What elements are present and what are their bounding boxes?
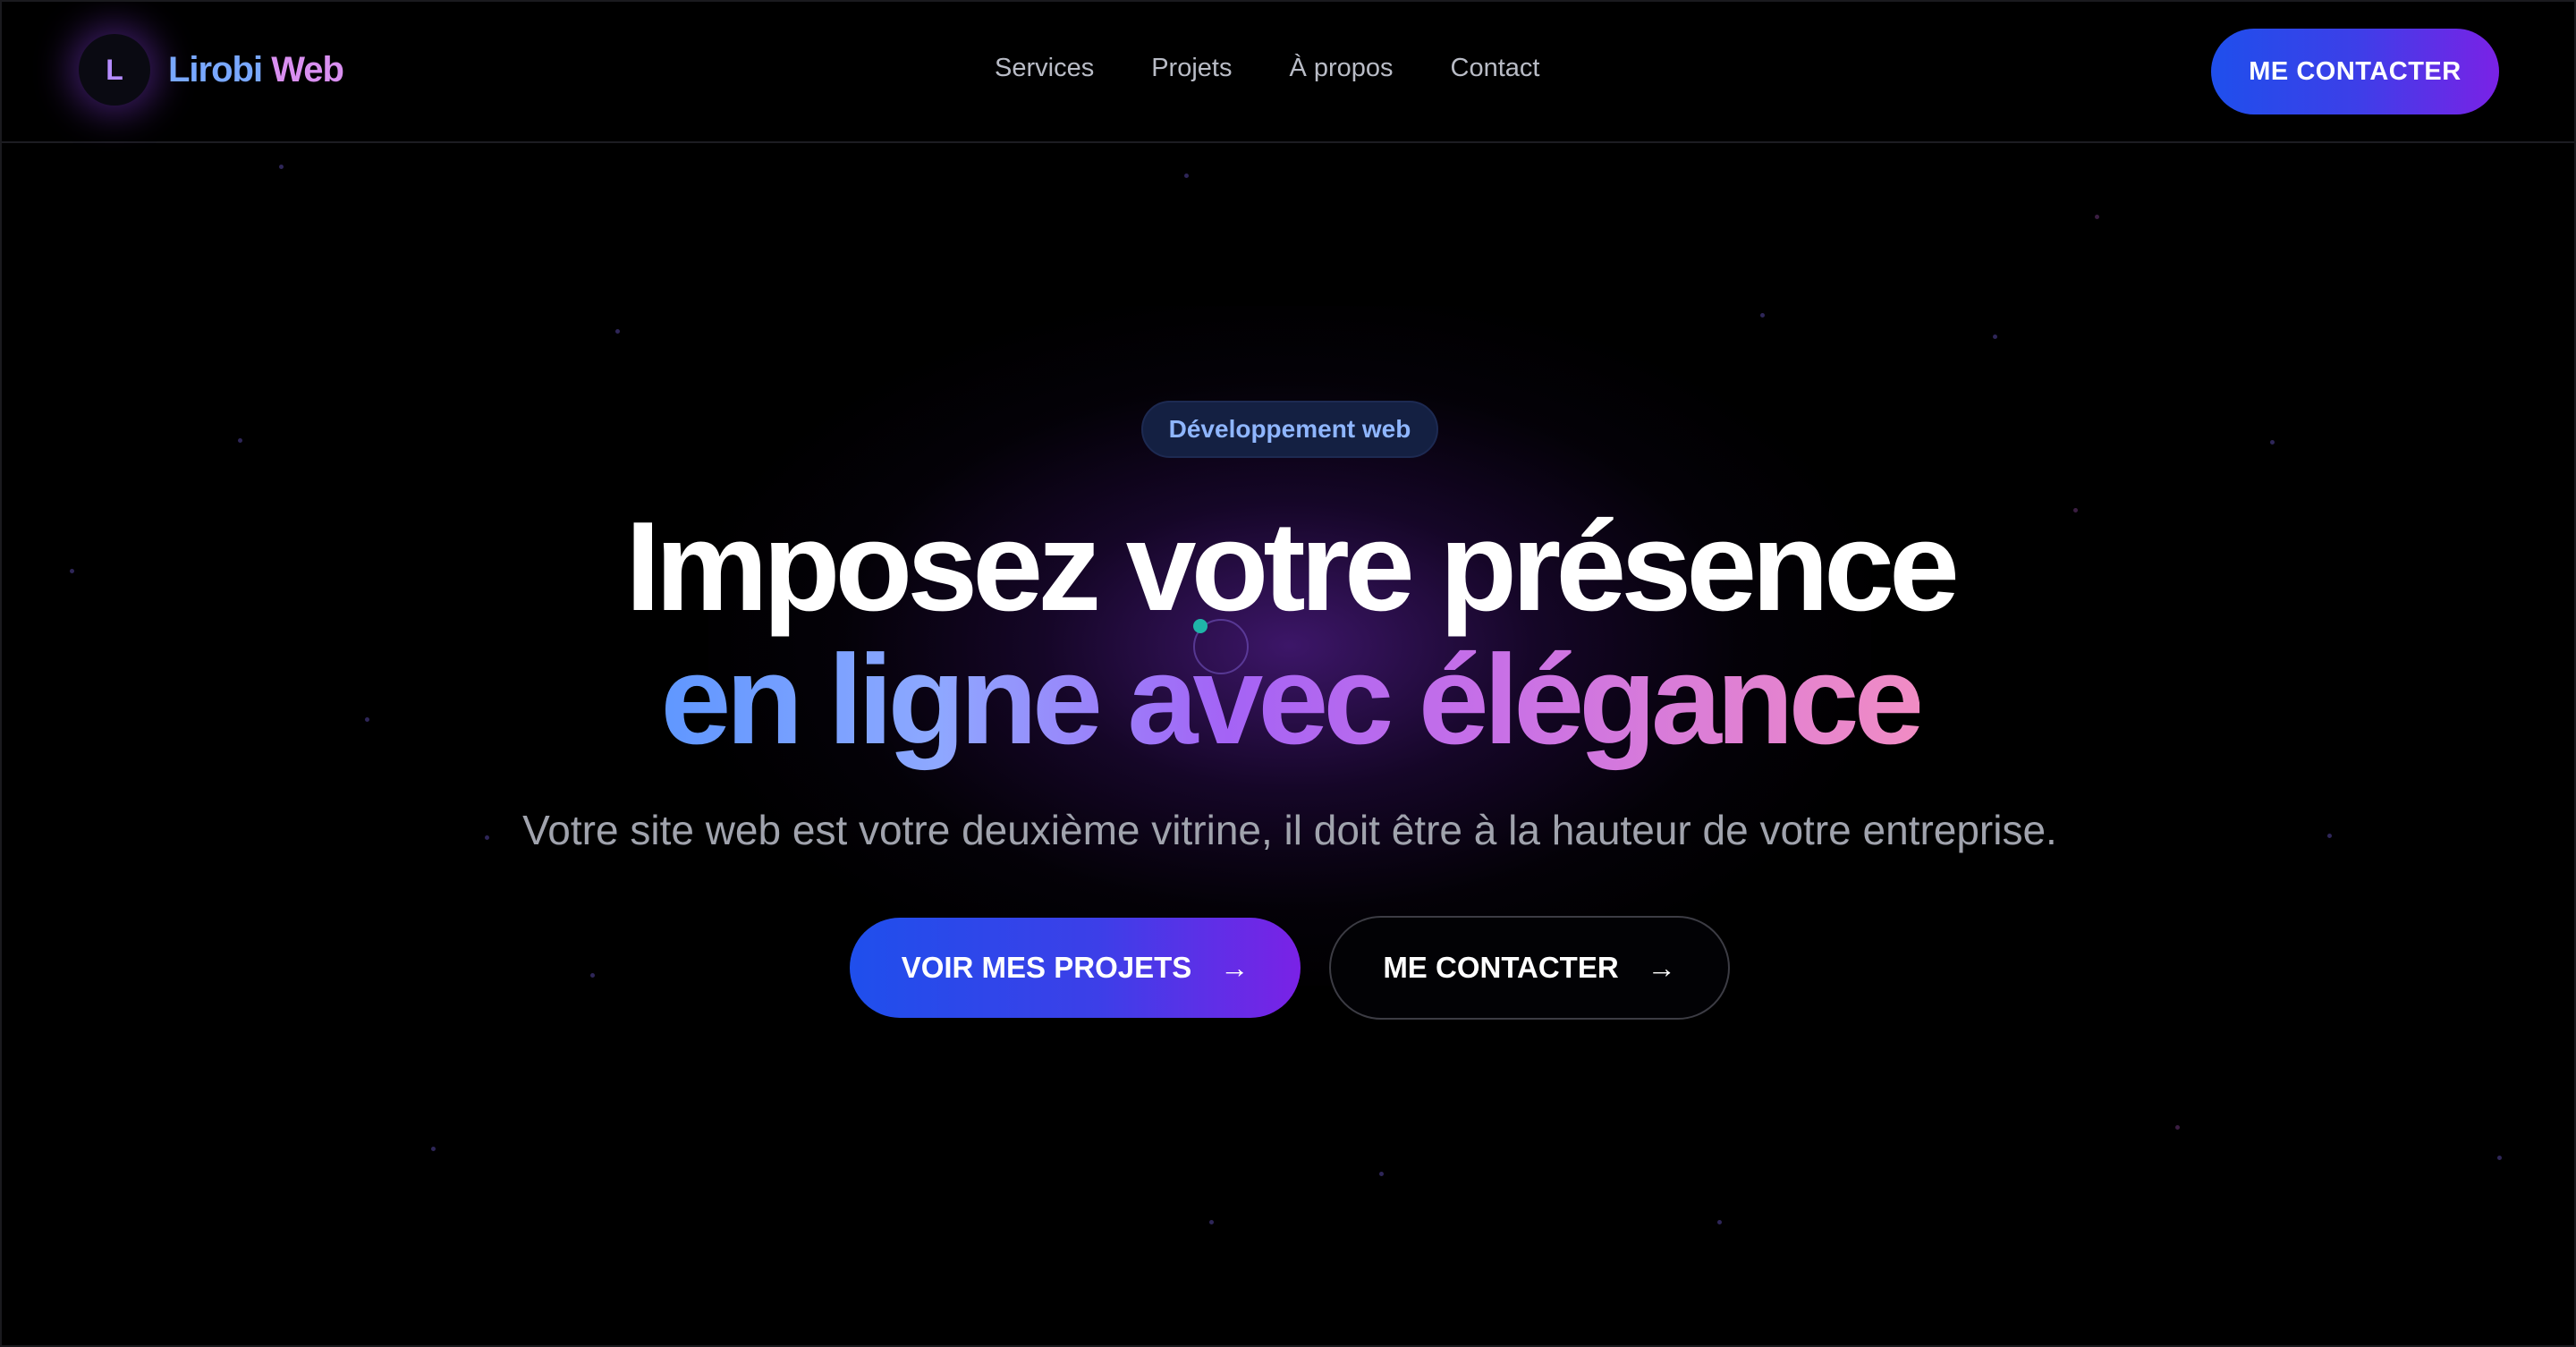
star-dot <box>1717 1220 1722 1224</box>
nav-link-a-propos[interactable]: À propos <box>1289 54 1393 83</box>
star-dot <box>238 438 242 443</box>
contact-button[interactable]: ME CONTACTER → <box>1329 916 1730 1020</box>
cursor-dot <box>1193 619 1208 633</box>
star-dot <box>615 329 620 334</box>
star-dot <box>2175 1125 2180 1130</box>
arrow-right-icon: → <box>1220 951 1250 984</box>
hero-title-line2: en ligne avec élégance <box>2 633 2574 767</box>
view-projects-button[interactable]: VOIR MES PROJETS → <box>850 918 1301 1018</box>
hero-title-line1: Imposez votre présence <box>625 496 1960 638</box>
brand-logo[interactable]: L Lirobi Web <box>79 34 344 106</box>
star-dot <box>2270 440 2275 445</box>
header-contact-button[interactable]: ME CONTACTER <box>2211 29 2499 114</box>
star-dot <box>279 165 284 169</box>
star-dot <box>1184 174 1189 178</box>
brand-name-part1: Lirobi <box>168 49 263 89</box>
star-dot <box>1209 1220 1214 1224</box>
brand-name: Lirobi Web <box>168 49 344 90</box>
star-dot <box>1760 313 1765 318</box>
header-contact-label: ME CONTACTER <box>2249 56 2462 86</box>
hero-badge: Développement web <box>1141 401 1438 458</box>
contact-button-label: ME CONTACTER <box>1383 951 1619 984</box>
nav-link-contact[interactable]: Contact <box>1451 54 1540 83</box>
landing-page: L Lirobi Web Services Projets À propos C… <box>0 0 2576 1347</box>
top-navbar: L Lirobi Web Services Projets À propos C… <box>2 2 2574 143</box>
hero-title-line2-text: en ligne avec élégance <box>660 629 1924 771</box>
view-projects-label: VOIR MES PROJETS <box>901 951 1192 984</box>
brand-name-part2: Web <box>271 49 344 89</box>
star-dot <box>2095 215 2099 219</box>
logo-initial: L <box>106 53 123 86</box>
main-nav: Services Projets À propos Contact <box>995 54 1540 83</box>
star-dot <box>431 1147 436 1151</box>
star-dot <box>1379 1172 1384 1176</box>
hero-subtitle: Votre site web est votre deuxième vitrin… <box>522 807 2057 853</box>
star-dot <box>590 973 595 978</box>
star-dot <box>1993 335 1997 339</box>
hero-badge-label: Développement web <box>1168 415 1411 443</box>
logo-mark-icon: L <box>79 34 150 106</box>
nav-link-projets[interactable]: Projets <box>1151 54 1232 83</box>
nav-link-services[interactable]: Services <box>995 54 1094 83</box>
arrow-right-icon: → <box>1647 951 1676 984</box>
star-dot <box>2497 1156 2502 1160</box>
